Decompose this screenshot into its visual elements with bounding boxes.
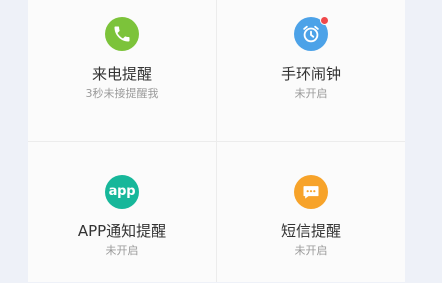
notification-badge-dot [320,16,329,25]
app-notification-tile[interactable]: app APP通知提醒 未开启 [28,142,216,283]
call-reminder-tile[interactable]: 来电提醒 3秒未接提醒我 [28,0,216,141]
app-icon-text: app [108,184,136,199]
tile-subtitle: 未开启 [294,244,328,257]
tile-title: APP通知提醒 [77,222,167,240]
tile-title: 来电提醒 [91,65,152,83]
sms-reminder-tile[interactable]: 短信提醒 未开启 [217,142,405,283]
band-alarm-tile[interactable]: 手环闹钟 未开启 [217,0,405,141]
tile-subtitle: 未开启 [294,87,328,100]
tile-subtitle: 未开启 [105,244,139,257]
phone-icon [105,17,139,51]
sms-icon [294,175,328,209]
tile-title: 短信提醒 [280,222,341,240]
tile-title: 手环闹钟 [280,65,341,83]
alarm-clock-icon [294,16,329,51]
app-icon: app [105,175,139,209]
tile-subtitle: 3秒未接提醒我 [85,87,159,100]
